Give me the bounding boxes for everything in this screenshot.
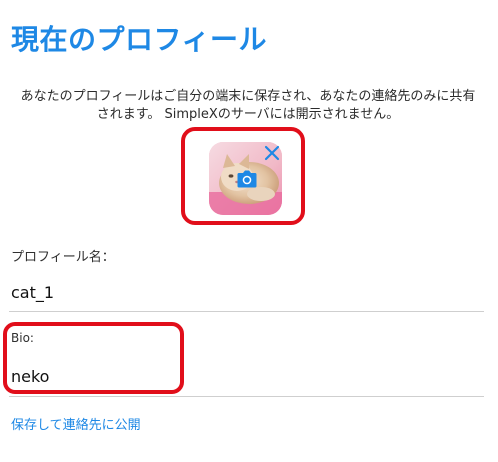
description-line-1: あなたのプロフィールはご自分の端末に保存され、あなたの連絡先のみに共有 [20, 89, 476, 104]
profile-name-label: プロフィール名： [11, 250, 115, 265]
description-line-2: されます。 SimpleXのサーバには開示されません。 [96, 107, 400, 122]
profile-screen: 現在のプロフィール あなたのプロフィールはご自分の端末に保存され、あなたの連絡先… [0, 0, 498, 462]
close-icon[interactable] [263, 144, 281, 162]
bio-underline [9, 396, 484, 397]
camera-icon[interactable] [236, 168, 258, 190]
profile-name-field[interactable]: cat_1 [11, 283, 54, 302]
profile-description: あなたのプロフィールはご自分の端末に保存され、あなたの連絡先のみに共有 されます… [8, 88, 488, 124]
save-and-share-button[interactable]: 保存して連絡先に公開 [11, 414, 141, 433]
page-title: 現在のプロフィール [11, 23, 267, 56]
profile-name-underline [9, 311, 484, 312]
bio-field[interactable]: neko [11, 367, 49, 386]
bio-label: Bio: [11, 331, 34, 345]
